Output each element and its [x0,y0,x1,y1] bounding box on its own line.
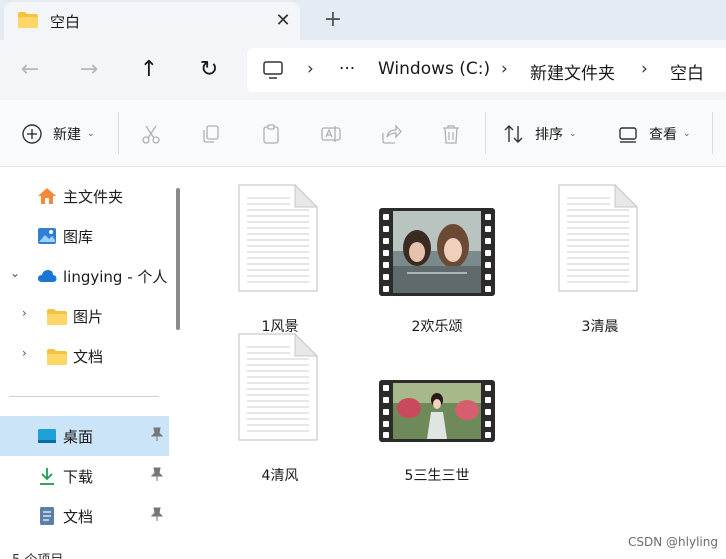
file-item[interactable]: 5三生三世 [377,333,497,484]
sidebar-item-home[interactable]: 主文件夹 [0,176,169,216]
home-icon [38,188,56,204]
sort-label: 排序 [535,127,563,143]
title-bar: 空白 ✕ + [0,0,726,40]
pin-icon [150,467,164,484]
file-item[interactable]: 2欢乐颂 [377,184,497,335]
video-file-icon [379,380,495,442]
command-bar: 新建 ⌄ 排序 ⌄ 查看 ⌄ [0,100,726,167]
document-icon [40,507,54,525]
sidebar-item-label: 文档 [63,508,94,526]
back-button[interactable]: ← [15,55,45,85]
sidebar-item-label: lingying - 个人 [63,268,168,286]
divider [118,112,119,154]
gallery-icon [38,228,56,244]
sidebar-item-label: 图库 [63,228,94,246]
cut-icon[interactable] [140,123,162,145]
sidebar-item-label: 下载 [63,468,94,486]
address-bar[interactable]: › ··· Windows (C:) › 新建文件夹 › 空白 [247,48,726,92]
breadcrumb-separator: › [641,59,648,79]
plus-circle-icon [22,124,42,144]
delete-icon[interactable] [440,123,462,145]
forward-button[interactable]: → [74,55,104,85]
up-button[interactable]: ↑ [134,55,164,85]
rename-icon[interactable] [320,123,342,145]
divider [712,112,713,154]
pin-icon [150,427,164,444]
folder-icon [18,12,38,28]
watermark: CSDN @hlyling [628,535,718,549]
tab-current[interactable]: 空白 ✕ [4,2,300,40]
new-button[interactable]: 新建 ⌄ [21,120,95,148]
sort-button[interactable]: 排序 ⌄ [503,120,577,148]
breadcrumb-more-button[interactable]: ··· [339,59,355,79]
new-label: 新建 [53,127,81,143]
share-icon[interactable] [380,123,402,145]
divider [9,396,159,397]
view-label: 查看 [649,127,677,143]
copy-icon[interactable] [200,123,222,145]
view-button[interactable]: 查看 ⌄ [617,120,691,148]
text-file-icon [238,333,318,441]
sidebar-item-documents[interactable]: › 文档 [0,336,169,376]
sidebar-item-onedrive[interactable]: ⌄ lingying - 个人 [0,256,169,296]
sidebar-item-pictures[interactable]: › 图片 [0,296,169,336]
folder-icon [47,349,67,365]
navigation-pane: 主文件夹 图库 ⌄ lingying - 个人 › 图片 › 文档 桌面 下载 … [0,168,170,559]
download-icon [40,468,54,485]
text-file-icon [238,184,318,292]
breadcrumb-drive[interactable]: Windows (C:) [378,59,490,79]
tab-title: 空白 [50,13,81,31]
close-tab-icon[interactable]: ✕ [270,8,296,34]
chevron-down-icon: ⌄ [87,129,95,139]
chevron-down-icon: ⌄ [569,129,577,139]
refresh-button[interactable]: ↻ [194,55,224,85]
file-name: 5三生三世 [404,468,470,484]
file-item[interactable]: 4清风 [220,333,340,484]
sidebar-item-documents-quick[interactable]: 文档 [0,496,169,536]
new-tab-button[interactable]: + [318,6,348,34]
sidebar-item-label: 主文件夹 [63,188,124,206]
chevron-right-icon[interactable]: › [22,346,27,360]
navigation-bar: ← → ↑ ↻ › ··· Windows (C:) › 新建文件夹 › 空白 [0,40,726,100]
file-name: 4清风 [261,468,299,484]
monitor-icon [263,61,283,79]
file-item[interactable]: 3清晨 [540,184,660,335]
breadcrumb-separator: › [501,59,508,79]
breadcrumb-separator: › [307,59,314,79]
file-view: 1风景 2欢乐颂 3清晨 4清风 5三生三世 [190,168,726,559]
sidebar-item-label: 图片 [73,308,104,326]
sort-icon [504,125,523,143]
divider [485,112,486,154]
paste-icon[interactable] [260,123,282,145]
sidebar-item-label: 桌面 [63,428,94,446]
chevron-down-icon: ⌄ [683,129,691,139]
folder-icon [47,309,67,325]
chevron-down-icon[interactable]: ⌄ [10,266,20,280]
pin-icon [150,507,164,524]
video-file-icon [379,208,495,296]
cloud-icon [38,270,57,282]
sidebar-scrollbar[interactable] [176,188,180,330]
chevron-right-icon[interactable]: › [22,306,27,320]
text-file-icon [558,184,638,292]
sidebar-item-downloads[interactable]: 下载 [0,456,169,496]
view-icon [619,127,637,143]
desktop-icon [38,429,56,443]
sidebar-item-gallery[interactable]: 图库 [0,216,169,256]
breadcrumb-folder[interactable]: 新建文件夹 [530,59,615,84]
file-item[interactable]: 1风景 [220,184,340,335]
status-item-count: 5 个项目 [12,549,63,559]
sidebar-item-desktop[interactable]: 桌面 [0,416,169,456]
breadcrumb-current[interactable]: 空白 [670,59,704,84]
file-name: 3清晨 [581,319,619,335]
sidebar-item-label: 文档 [73,348,104,366]
